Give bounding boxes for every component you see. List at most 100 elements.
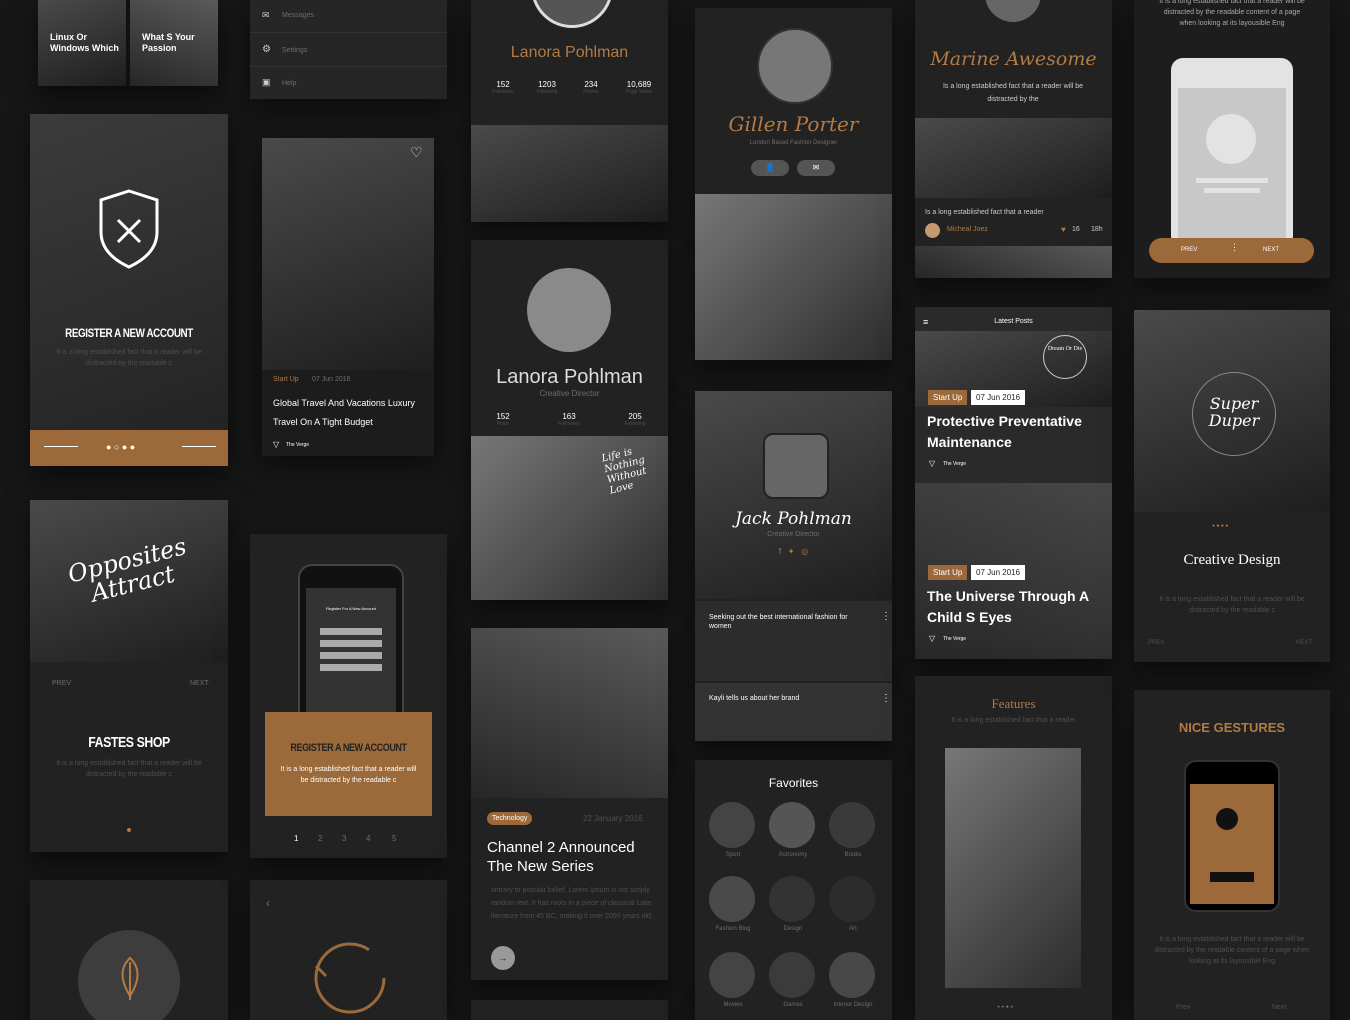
gestures-desc: It is a long established fact that a rea… xyxy=(1154,936,1310,965)
favorite-item[interactable]: Fashion Blog xyxy=(709,876,757,932)
jack-card: Jack Pohlman Creative Director f ✦ ◎ See… xyxy=(695,391,892,741)
prev-button[interactable]: Prev xyxy=(1176,1004,1190,1011)
profile1-card: Lanora Pohlman 152 Followers 1203 Followin… xyxy=(471,0,668,222)
phone-field-2[interactable] xyxy=(320,640,382,647)
favorites-grid: Sport Astronomy Books Fashion Blog Desig… xyxy=(695,802,892,1020)
favorite-item[interactable]: Movies xyxy=(709,952,757,1008)
avatar[interactable] xyxy=(763,433,829,499)
back-chevron-icon[interactable]: ‹ xyxy=(266,896,270,910)
pager-dots[interactable]: ● ○ ● ● xyxy=(106,442,135,452)
favorite-item[interactable]: Books xyxy=(829,802,877,858)
favorite-item[interactable]: Sport xyxy=(709,802,757,858)
mail-button[interactable]: ✉ xyxy=(797,160,835,176)
favorite-item[interactable]: Games xyxy=(769,952,817,1008)
shop-prev-button[interactable]: PREV xyxy=(52,680,71,687)
list-item-title: Seeking out the best international fashi… xyxy=(709,614,848,630)
shop-pager-dot[interactable] xyxy=(127,828,131,832)
gillen-name: Gillen Porter xyxy=(728,112,859,136)
marine-desc: Is a long established fact that a reader… xyxy=(942,83,1084,103)
register-nav-bar: ● ○ ● ● xyxy=(30,430,228,466)
menu-item-help[interactable]: ▣ Help xyxy=(250,74,447,96)
travel-card: ♡ Start Up 07 Jun 2016 Global Travel And… xyxy=(262,138,434,456)
article-date: 22 January 2016 xyxy=(583,814,643,823)
article-title[interactable]: Channel 2 Announced The New Series xyxy=(487,838,657,876)
marine-author[interactable]: Micheal Joez xyxy=(947,226,988,233)
phone-screen-title: Register For A New Account xyxy=(326,606,376,611)
next-button[interactable]: NEXT xyxy=(1263,247,1279,253)
user-button[interactable]: 👤 xyxy=(751,160,789,176)
travel-source: The Verge xyxy=(286,442,310,448)
shop-desc: It is a long established fact that a rea… xyxy=(56,760,202,778)
photo-grid[interactable] xyxy=(695,194,892,360)
favorite-item[interactable]: Art xyxy=(829,876,877,932)
profile1-name: Lanora Pohlman xyxy=(510,44,629,61)
favorites-title: Favorites xyxy=(768,776,819,790)
travel-tag[interactable]: Start Up xyxy=(273,376,299,383)
stat-value: 205 xyxy=(628,412,642,421)
shop-title: FASTES SHOP xyxy=(88,734,170,751)
arrow-button[interactable]: → xyxy=(491,946,515,970)
marine-likes: 16 xyxy=(1072,226,1080,233)
leaf-card xyxy=(30,880,228,1020)
avatar[interactable] xyxy=(527,268,611,352)
social-icons[interactable]: f ✦ ◎ xyxy=(695,547,892,556)
favorite-item[interactable]: Astronomy xyxy=(769,802,817,858)
avatar[interactable] xyxy=(757,28,833,104)
phone-mockup: Register For A New Account xyxy=(298,564,404,728)
more-icon[interactable]: ⋮ xyxy=(881,611,891,622)
shop-next-button[interactable]: NEXT xyxy=(190,680,209,687)
page-2[interactable]: 2 xyxy=(318,834,322,843)
register2-title: REGISTER A NEW ACCOUNT xyxy=(290,742,407,754)
page-3[interactable]: 3 xyxy=(342,834,346,843)
travel-title[interactable]: Global Travel And Vacations Luxury Trave… xyxy=(273,394,431,432)
prev-button[interactable]: PREV xyxy=(1148,640,1164,646)
page-1[interactable]: 1 xyxy=(294,834,298,843)
phone-mockup xyxy=(1184,760,1280,912)
phone-field-1[interactable] xyxy=(320,628,382,635)
text-placeholder xyxy=(1196,178,1268,183)
avatar[interactable] xyxy=(531,0,613,28)
favorite-item[interactable]: Design xyxy=(769,876,817,932)
arrow-left-icon[interactable] xyxy=(44,446,78,447)
post2-title[interactable]: The Universe Through A Child S Eyes xyxy=(927,586,1105,628)
pager-dots[interactable]: ● ● ● ● xyxy=(997,1004,1013,1010)
page-5[interactable]: 5 xyxy=(392,834,396,843)
register2-card: Register For A New Account REGISTER A NE… xyxy=(250,534,447,858)
list-item[interactable]: Seeking out the best international fashi… xyxy=(695,601,892,681)
features-photo xyxy=(945,748,1081,988)
post2-tag[interactable]: Start Up xyxy=(928,565,968,580)
shop-card: Opposites Attract PREV NEXT FASTES SHOP … xyxy=(30,500,228,852)
like-icon[interactable]: ♥ xyxy=(1061,225,1066,234)
prev-button[interactable]: PREV xyxy=(1181,247,1197,253)
page-4[interactable]: 4 xyxy=(366,834,370,843)
features-card: Features It is a long established fact t… xyxy=(915,676,1112,1020)
post1-title[interactable]: Protective Preventative Maintenance xyxy=(927,411,1105,453)
avatar[interactable] xyxy=(925,223,940,238)
list-item[interactable]: Kayli tells us about her brand ⋮ xyxy=(695,683,892,741)
avatar[interactable] xyxy=(985,0,1041,22)
tile-title-2[interactable]: What S Your Passion xyxy=(142,32,216,54)
tile-title-1[interactable]: Linux Or Windows Which xyxy=(50,32,124,54)
menu-item-settings[interactable]: ⚙ Settings xyxy=(250,40,447,62)
more-icon[interactable]: ⋮ xyxy=(881,693,891,704)
next-button[interactable]: NEXT xyxy=(1296,640,1312,646)
phone-field-3[interactable] xyxy=(320,652,382,659)
favorite-item[interactable]: Interior Design xyxy=(829,952,877,1008)
arrow-right-icon[interactable] xyxy=(182,446,216,447)
super-logo: Super Duper xyxy=(1192,372,1276,456)
menu-label: Help xyxy=(282,80,297,87)
article-tag[interactable]: Technology xyxy=(487,812,533,825)
photo-grid[interactable] xyxy=(471,125,668,222)
stat-label: Following xyxy=(624,421,646,427)
jack-role: Creative Director xyxy=(767,531,820,538)
heart-icon[interactable]: ♡ xyxy=(410,144,423,161)
stat-value: 234 xyxy=(584,80,598,89)
pager-dots[interactable]: ● ● ● ● xyxy=(1212,523,1228,529)
post1-date: 07 Jun 2016 xyxy=(971,390,1026,405)
post1-tag[interactable]: Start Up xyxy=(928,390,968,405)
register2-desc: It is a long established fact that a rea… xyxy=(280,766,417,784)
menu-item-messages[interactable]: ✉ Messages xyxy=(250,6,447,28)
phone-field-4[interactable] xyxy=(320,664,382,671)
next-button[interactable]: Next xyxy=(1272,1004,1286,1011)
creative-title: Creative Design xyxy=(1183,552,1281,568)
